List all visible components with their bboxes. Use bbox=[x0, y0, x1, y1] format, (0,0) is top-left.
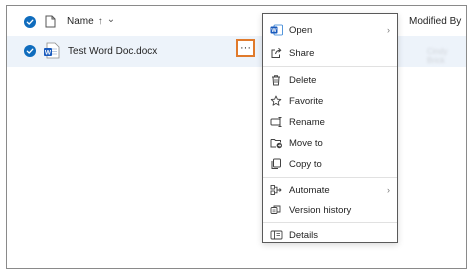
menu-item-label: Delete bbox=[289, 74, 317, 86]
menu-item-delete[interactable]: Delete bbox=[263, 70, 397, 90]
modified-by-column-header[interactable]: Modified By ⌄ bbox=[409, 14, 466, 27]
select-all-checkbox[interactable] bbox=[24, 16, 36, 28]
chevron-down-icon: ⌄ bbox=[106, 14, 116, 25]
menu-item-label: Rename bbox=[289, 116, 325, 128]
word-file-icon: W bbox=[43, 42, 60, 59]
menu-item-rename[interactable]: Rename bbox=[263, 112, 397, 132]
chevron-right-icon: › bbox=[387, 25, 390, 35]
menu-item-label: Open bbox=[289, 24, 313, 36]
checkmark-icon bbox=[26, 48, 34, 54]
file-name-link[interactable]: Test Word Doc.docx bbox=[68, 46, 157, 57]
menu-item-label: Details bbox=[289, 229, 319, 241]
name-column-label: Name bbox=[67, 16, 94, 27]
name-column-header[interactable]: Name ↑ ⌄ bbox=[67, 14, 116, 27]
menu-item-copy-to[interactable]: Copy to bbox=[263, 154, 397, 174]
menu-item-label: Share bbox=[289, 47, 315, 59]
svg-text:W: W bbox=[271, 28, 277, 34]
menu-item-version-history[interactable]: Version history bbox=[263, 200, 397, 220]
automate-icon bbox=[269, 183, 283, 197]
context-menu: W Open › Share Delete Favorite Rename Mo… bbox=[262, 13, 398, 243]
move-icon bbox=[269, 136, 283, 150]
menu-item-move-to[interactable]: Move to bbox=[263, 133, 397, 153]
menu-item-open[interactable]: W Open › bbox=[263, 20, 397, 40]
row-checkbox[interactable] bbox=[24, 45, 36, 57]
star-icon bbox=[269, 94, 283, 108]
menu-item-label: Version history bbox=[289, 204, 352, 216]
more-actions-button[interactable]: ··· bbox=[236, 39, 255, 57]
chevron-down-icon: ⌄ bbox=[465, 14, 466, 25]
modified-by-label: Modified By bbox=[409, 16, 462, 27]
menu-divider bbox=[263, 222, 397, 223]
trash-icon bbox=[269, 73, 283, 87]
checkmark-icon bbox=[26, 19, 34, 25]
word-icon: W bbox=[269, 23, 283, 37]
modified-by-value: Cindy Brick bbox=[427, 47, 448, 65]
menu-item-label: Move to bbox=[289, 137, 323, 149]
details-icon bbox=[269, 228, 283, 242]
file-list-frame: Name ↑ ⌄ Modified By ⌄ W Test Word Doc.d… bbox=[6, 5, 467, 269]
menu-divider bbox=[263, 177, 397, 178]
file-type-header-icon bbox=[45, 15, 56, 28]
menu-divider bbox=[263, 66, 397, 67]
menu-item-label: Favorite bbox=[289, 95, 324, 107]
menu-item-share[interactable]: Share bbox=[263, 43, 397, 63]
menu-item-automate[interactable]: Automate › bbox=[263, 180, 397, 200]
menu-item-details[interactable]: Details bbox=[263, 225, 397, 245]
menu-item-favorite[interactable]: Favorite bbox=[263, 91, 397, 111]
history-icon bbox=[269, 203, 283, 217]
menu-item-label: Copy to bbox=[289, 158, 322, 170]
svg-text:W: W bbox=[45, 50, 52, 57]
menu-item-label: Automate bbox=[289, 184, 330, 196]
sort-ascending-icon: ↑ bbox=[97, 16, 103, 27]
share-icon bbox=[269, 46, 283, 60]
chevron-right-icon: › bbox=[387, 185, 390, 195]
copy-icon bbox=[269, 157, 283, 171]
ellipsis-icon: ··· bbox=[240, 41, 251, 54]
rename-icon bbox=[269, 115, 283, 129]
